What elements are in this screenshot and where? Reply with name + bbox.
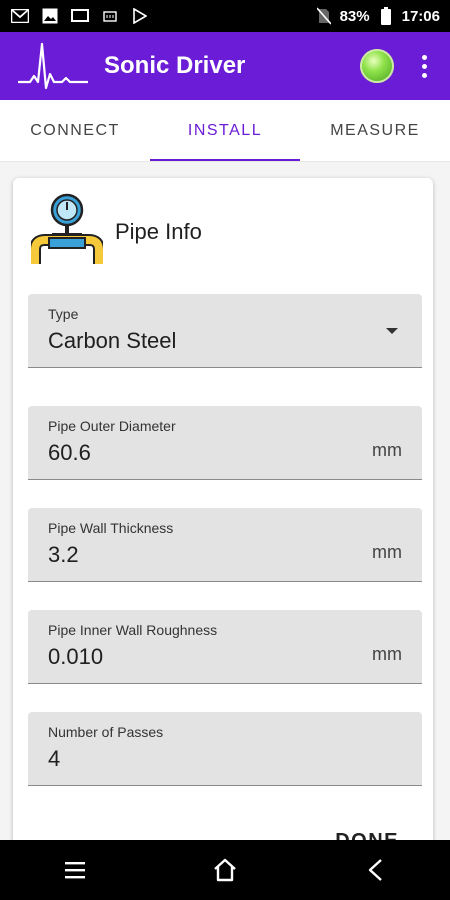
type-value: Carbon Steel (48, 328, 177, 353)
battery-icon (376, 7, 396, 25)
content-area: Pipe Info Type Carbon Steel Pipe Outer D… (0, 162, 450, 840)
gmail-icon (10, 7, 30, 25)
tab-install[interactable]: INSTALL (150, 100, 300, 161)
pipe-wall-thickness-label: Pipe Wall Thickness (48, 520, 174, 536)
play-store-icon (130, 7, 150, 25)
pipe-inner-wall-roughness-field[interactable]: Pipe Inner Wall Roughness 0.010 mm (28, 610, 422, 684)
dropdown-arrow-icon (386, 328, 398, 334)
number-of-passes-field[interactable]: Number of Passes 4 (28, 712, 422, 786)
pipe-wall-thickness-field[interactable]: Pipe Wall Thickness 3.2 mm (28, 508, 422, 582)
pipe-inner-wall-roughness-value: 0.010 (48, 644, 104, 669)
pipe-outer-diameter-value: 60.6 (48, 440, 91, 465)
pipe-info-card: Pipe Info Type Carbon Steel Pipe Outer D… (13, 178, 433, 840)
status-bar: 83% 17:06 (0, 0, 450, 32)
pipe-outer-diameter-unit: mm (372, 440, 402, 460)
system-nav-bar (0, 840, 450, 900)
pipe-wall-thickness-unit: mm (372, 542, 402, 562)
app-title: Sonic Driver (104, 52, 246, 79)
battery-percent: 83% (339, 7, 370, 25)
tab-connect[interactable]: CONNECT (0, 100, 150, 161)
pipe-wall-thickness-value: 3.2 (48, 542, 79, 567)
waveform-logo-icon (14, 32, 92, 100)
home-icon[interactable] (195, 840, 255, 900)
overflow-menu-icon[interactable] (404, 46, 444, 86)
tab-bar: CONNECT INSTALL MEASURE (0, 100, 450, 162)
card-title: Pipe Info (115, 218, 202, 244)
tab-measure[interactable]: MEASURE (300, 100, 450, 161)
pipe-inner-wall-roughness-unit: mm (372, 644, 402, 664)
card-header: Pipe Info (29, 192, 202, 271)
pipe-outer-diameter-label: Pipe Outer Diameter (48, 418, 176, 434)
connection-status-indicator (360, 49, 394, 83)
pipe-inner-wall-roughness-label: Pipe Inner Wall Roughness (48, 622, 218, 638)
pipe-gauge-icon (29, 192, 105, 271)
pipe-outer-diameter-field[interactable]: Pipe Outer Diameter 60.6 mm (28, 406, 422, 480)
screen-icon (70, 7, 90, 25)
clock: 17:06 (401, 7, 440, 25)
app-bar: Sonic Driver (0, 32, 450, 100)
number-of-passes-value: 4 (48, 746, 61, 771)
number-of-passes-label: Number of Passes (48, 724, 164, 740)
back-icon[interactable] (345, 840, 405, 900)
menu-icon[interactable] (45, 840, 105, 900)
sd-card-icon (100, 7, 120, 25)
done-button[interactable]: DONE (335, 830, 399, 840)
type-dropdown[interactable]: Type Carbon Steel (28, 294, 422, 368)
type-label: Type (48, 306, 79, 322)
no-sim-icon (314, 7, 334, 25)
image-icon (40, 7, 60, 25)
